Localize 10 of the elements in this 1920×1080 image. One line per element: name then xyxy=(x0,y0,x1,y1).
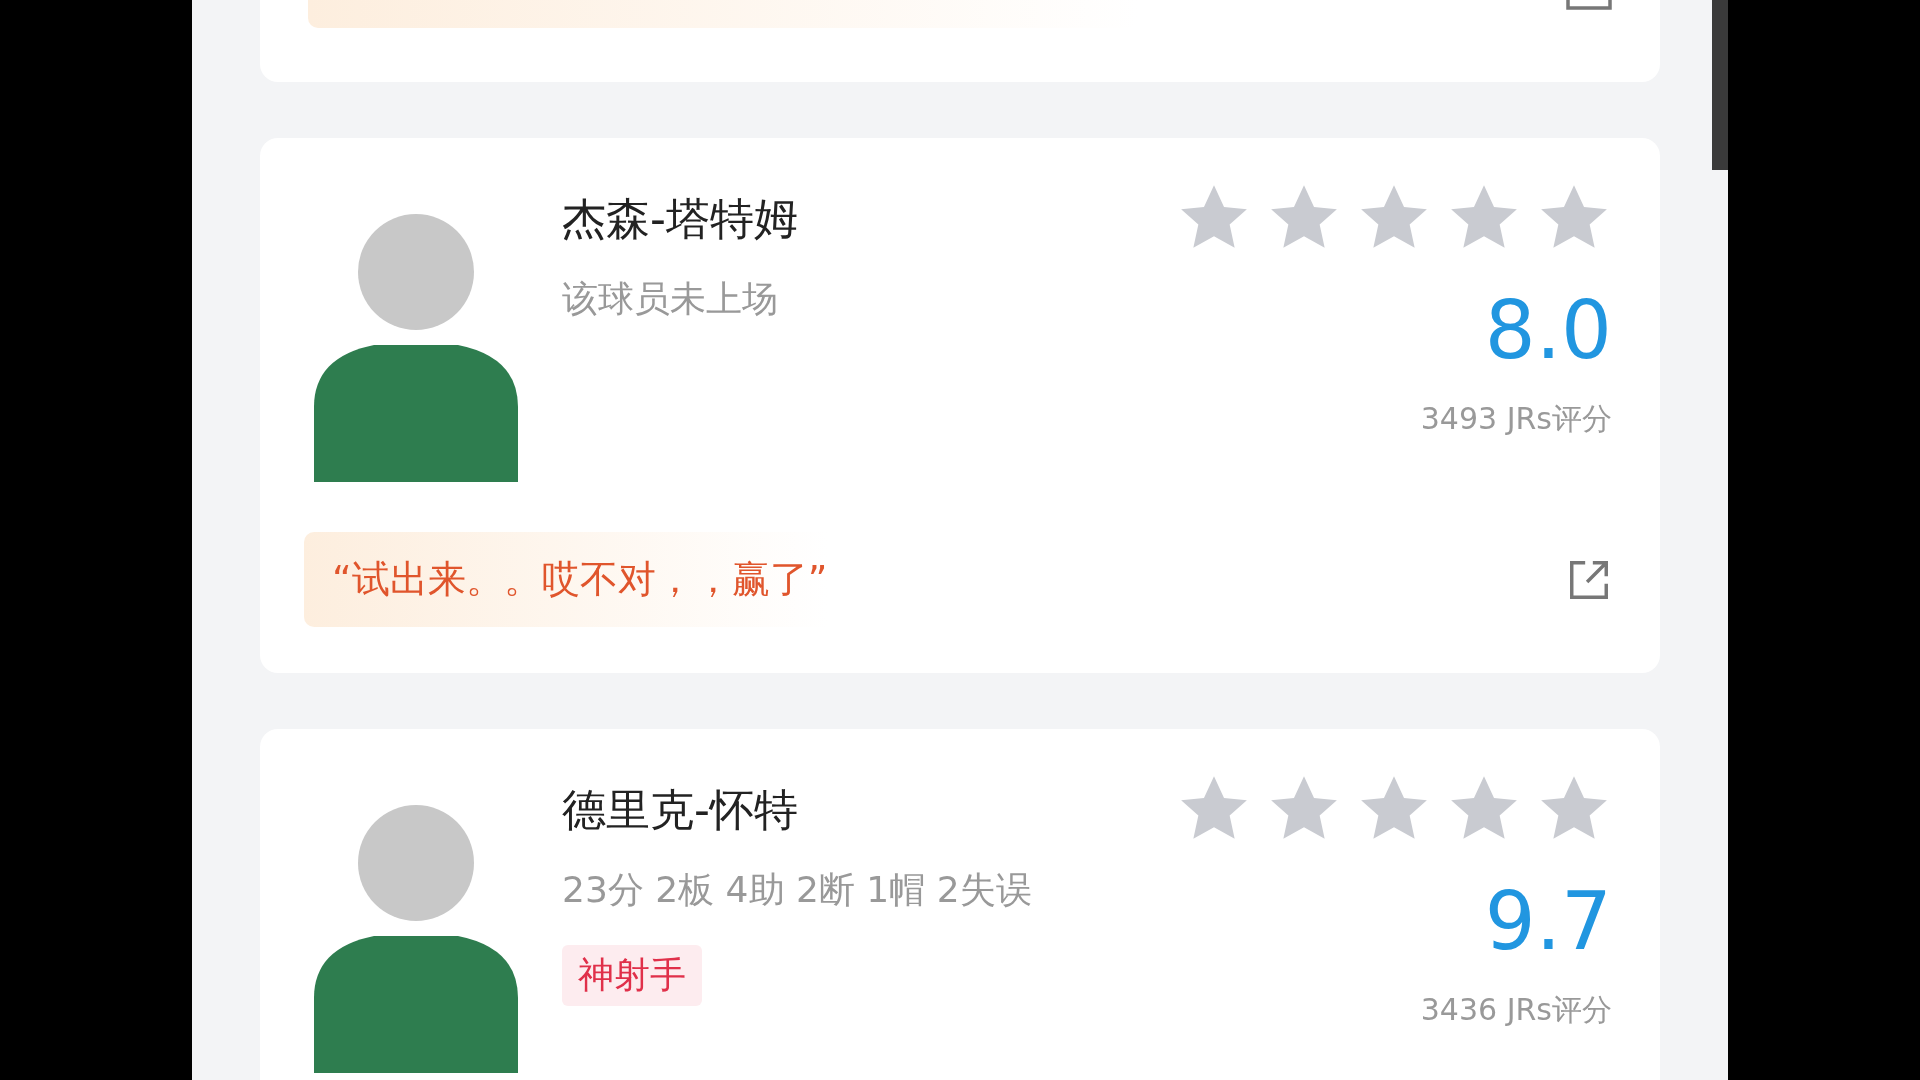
rating-score: 9.7 xyxy=(1484,875,1612,968)
player-name[interactable]: 杰森-塔特姆 xyxy=(562,190,1176,249)
player-name[interactable]: 德里克-怀特 xyxy=(562,781,1176,840)
scrollbar-thumb[interactable] xyxy=(1712,0,1728,170)
rating-count: 3493 JRs评分 xyxy=(1420,400,1612,438)
player-stats: 该球员未上场 xyxy=(562,277,779,321)
player-stats: 23分 2板 4助 2断 1帽 2失误 xyxy=(562,868,1033,912)
rating-count: 3436 JRs评分 xyxy=(1420,991,1612,1029)
player-tag: 神射手 xyxy=(562,945,702,1006)
rating-score: 8.0 xyxy=(1484,284,1612,377)
